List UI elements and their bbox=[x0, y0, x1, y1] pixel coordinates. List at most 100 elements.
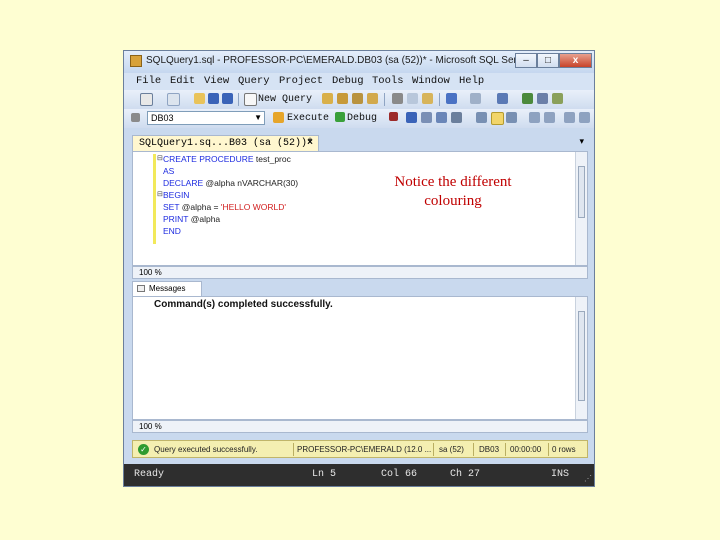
properties-icon[interactable] bbox=[537, 93, 548, 104]
code-line: DECLARE @alpha nVARCHAR(30) bbox=[163, 178, 298, 188]
menu-view[interactable]: View bbox=[204, 75, 229, 87]
close-button[interactable]: x bbox=[559, 53, 592, 68]
toolbar-separator bbox=[439, 93, 440, 106]
dmx-query-icon[interactable] bbox=[367, 93, 378, 104]
identifier: @alpha = bbox=[179, 202, 221, 212]
menu-edit[interactable]: Edit bbox=[170, 75, 195, 87]
toolbar-separator bbox=[238, 93, 239, 106]
tab-messages[interactable]: Messages bbox=[132, 281, 202, 296]
results-to-grid-icon[interactable] bbox=[491, 112, 504, 125]
menu-project[interactable]: Project bbox=[279, 75, 323, 87]
new-query-icon[interactable] bbox=[244, 93, 257, 106]
add-file-icon[interactable] bbox=[167, 93, 180, 106]
editor-scrollbar[interactable] bbox=[575, 152, 587, 265]
status-separator bbox=[473, 443, 474, 456]
server-name: PROFESSOR-PC\EMERALD (12.0 ... bbox=[297, 445, 432, 454]
ssms-app-icon bbox=[130, 55, 142, 67]
menu-window[interactable]: Window bbox=[412, 75, 450, 87]
menu-tools[interactable]: Tools bbox=[372, 75, 404, 87]
comment-icon[interactable] bbox=[529, 112, 540, 123]
analysis-query-icon[interactable] bbox=[337, 93, 348, 104]
paste-icon[interactable] bbox=[422, 93, 433, 104]
change-tracking-margin bbox=[153, 154, 156, 244]
query-status-bar: ✓ Query executed successfully. PROFESSOR… bbox=[132, 440, 588, 458]
connect-icon[interactable] bbox=[131, 113, 140, 122]
result-message: Command(s) completed successfully. bbox=[154, 299, 333, 310]
status-insert-mode: INS bbox=[551, 469, 570, 480]
execute-button[interactable]: Execute bbox=[287, 113, 329, 124]
object-explorer-icon[interactable] bbox=[522, 93, 533, 104]
collapse-icon[interactable]: ⊟ bbox=[157, 154, 163, 162]
status-bar: Ready Ln 5 Col 66 Ch 27 INS ⋰ bbox=[124, 464, 594, 486]
title-bar[interactable]: SQLQuery1.sql - PROFESSOR-PC\EMERALD.DB0… bbox=[124, 51, 594, 73]
messages-scroll-thumb[interactable] bbox=[578, 311, 585, 401]
collapse-icon[interactable]: ⊟ bbox=[157, 190, 163, 198]
debug-play-icon[interactable] bbox=[335, 112, 345, 122]
menu-help[interactable]: Help bbox=[459, 75, 484, 87]
login-user: sa (52) bbox=[439, 445, 464, 454]
debug-button[interactable]: Debug bbox=[347, 113, 377, 124]
keyword: END bbox=[163, 226, 181, 236]
estimated-plan-icon[interactable] bbox=[421, 112, 432, 123]
db-engine-query-icon[interactable] bbox=[322, 93, 333, 104]
status-separator bbox=[548, 443, 549, 456]
toolbar-separator bbox=[384, 93, 385, 106]
messages-pane[interactable]: Command(s) completed successfully. bbox=[132, 296, 588, 420]
success-check-icon: ✓ bbox=[138, 444, 149, 455]
identifier: @alpha nVARCHAR(30) bbox=[203, 178, 299, 188]
redo-icon[interactable] bbox=[470, 93, 481, 104]
document-tabstrip: SQLQuery1.sq...B03 (sa (52))* × ▾ bbox=[132, 135, 588, 151]
chevron-down-icon: ▼ bbox=[254, 113, 262, 122]
current-database: DB03 bbox=[479, 445, 500, 454]
resize-grip-icon[interactable]: ⋰ bbox=[584, 474, 592, 484]
status-line: Ln 5 bbox=[312, 469, 337, 480]
outdent-icon[interactable] bbox=[564, 112, 575, 123]
save-all-icon[interactable] bbox=[222, 93, 233, 104]
status-separator bbox=[433, 443, 434, 456]
mdx-query-icon[interactable] bbox=[352, 93, 363, 104]
code-line: SET @alpha = 'HELLO WORLD' bbox=[163, 202, 286, 212]
open-folder-icon[interactable] bbox=[194, 93, 205, 104]
new-project-icon[interactable] bbox=[140, 93, 153, 106]
code-line: PRINT @alpha bbox=[163, 214, 220, 224]
indent-icon[interactable] bbox=[579, 112, 590, 123]
keyword: AS bbox=[163, 166, 175, 176]
query-designer-icon[interactable] bbox=[436, 112, 447, 123]
database-dropdown[interactable]: DB03 ▼ bbox=[147, 111, 265, 125]
cut-icon[interactable] bbox=[392, 93, 403, 104]
string-literal: 'HELLO WORLD' bbox=[220, 202, 286, 212]
results-to-file-icon[interactable] bbox=[506, 112, 517, 123]
editor-zoom-value[interactable]: 100 % bbox=[139, 268, 162, 277]
menu-file[interactable]: File bbox=[136, 75, 161, 87]
save-icon[interactable] bbox=[208, 93, 219, 104]
results-to-text-icon[interactable] bbox=[476, 112, 487, 123]
tab-label: SQLQuery1.sq...B03 (sa (52))* bbox=[139, 138, 314, 149]
status-separator bbox=[505, 443, 506, 456]
code-line: CREATE PROCEDURE test_proc bbox=[163, 154, 291, 164]
tab-sqlquery1[interactable]: SQLQuery1.sq...B03 (sa (52))* × bbox=[132, 135, 319, 151]
annotation-note: Notice the different colouring bbox=[394, 174, 512, 209]
options-icon[interactable] bbox=[451, 112, 462, 123]
results-zoom-value[interactable]: 100 % bbox=[139, 422, 162, 431]
cancel-query-icon[interactable] bbox=[389, 112, 398, 121]
tab-list-dropdown-icon[interactable]: ▾ bbox=[579, 136, 584, 147]
editor-scroll-thumb[interactable] bbox=[578, 166, 585, 218]
menu-debug[interactable]: Debug bbox=[332, 75, 364, 87]
minimize-button[interactable]: – bbox=[515, 53, 537, 68]
ssms-window: SQLQuery1.sql - PROFESSOR-PC\EMERALD.DB0… bbox=[123, 50, 595, 487]
navigate-icon[interactable] bbox=[497, 93, 508, 104]
messages-tab-label: Messages bbox=[149, 284, 186, 293]
messages-scrollbar[interactable] bbox=[575, 297, 587, 419]
menu-query[interactable]: Query bbox=[238, 75, 270, 87]
keyword: PRINT bbox=[163, 214, 189, 224]
new-query-button[interactable]: New Query bbox=[258, 94, 312, 105]
toolbox-icon[interactable] bbox=[552, 93, 563, 104]
elapsed-time: 00:00:00 bbox=[510, 445, 542, 454]
parse-icon[interactable] bbox=[406, 112, 417, 123]
undo-icon[interactable] bbox=[446, 93, 457, 104]
execute-icon[interactable] bbox=[273, 112, 284, 123]
close-tab-icon[interactable]: × bbox=[307, 136, 313, 151]
maximize-button[interactable]: □ bbox=[537, 53, 559, 68]
copy-icon[interactable] bbox=[407, 93, 418, 104]
uncomment-icon[interactable] bbox=[544, 112, 555, 123]
